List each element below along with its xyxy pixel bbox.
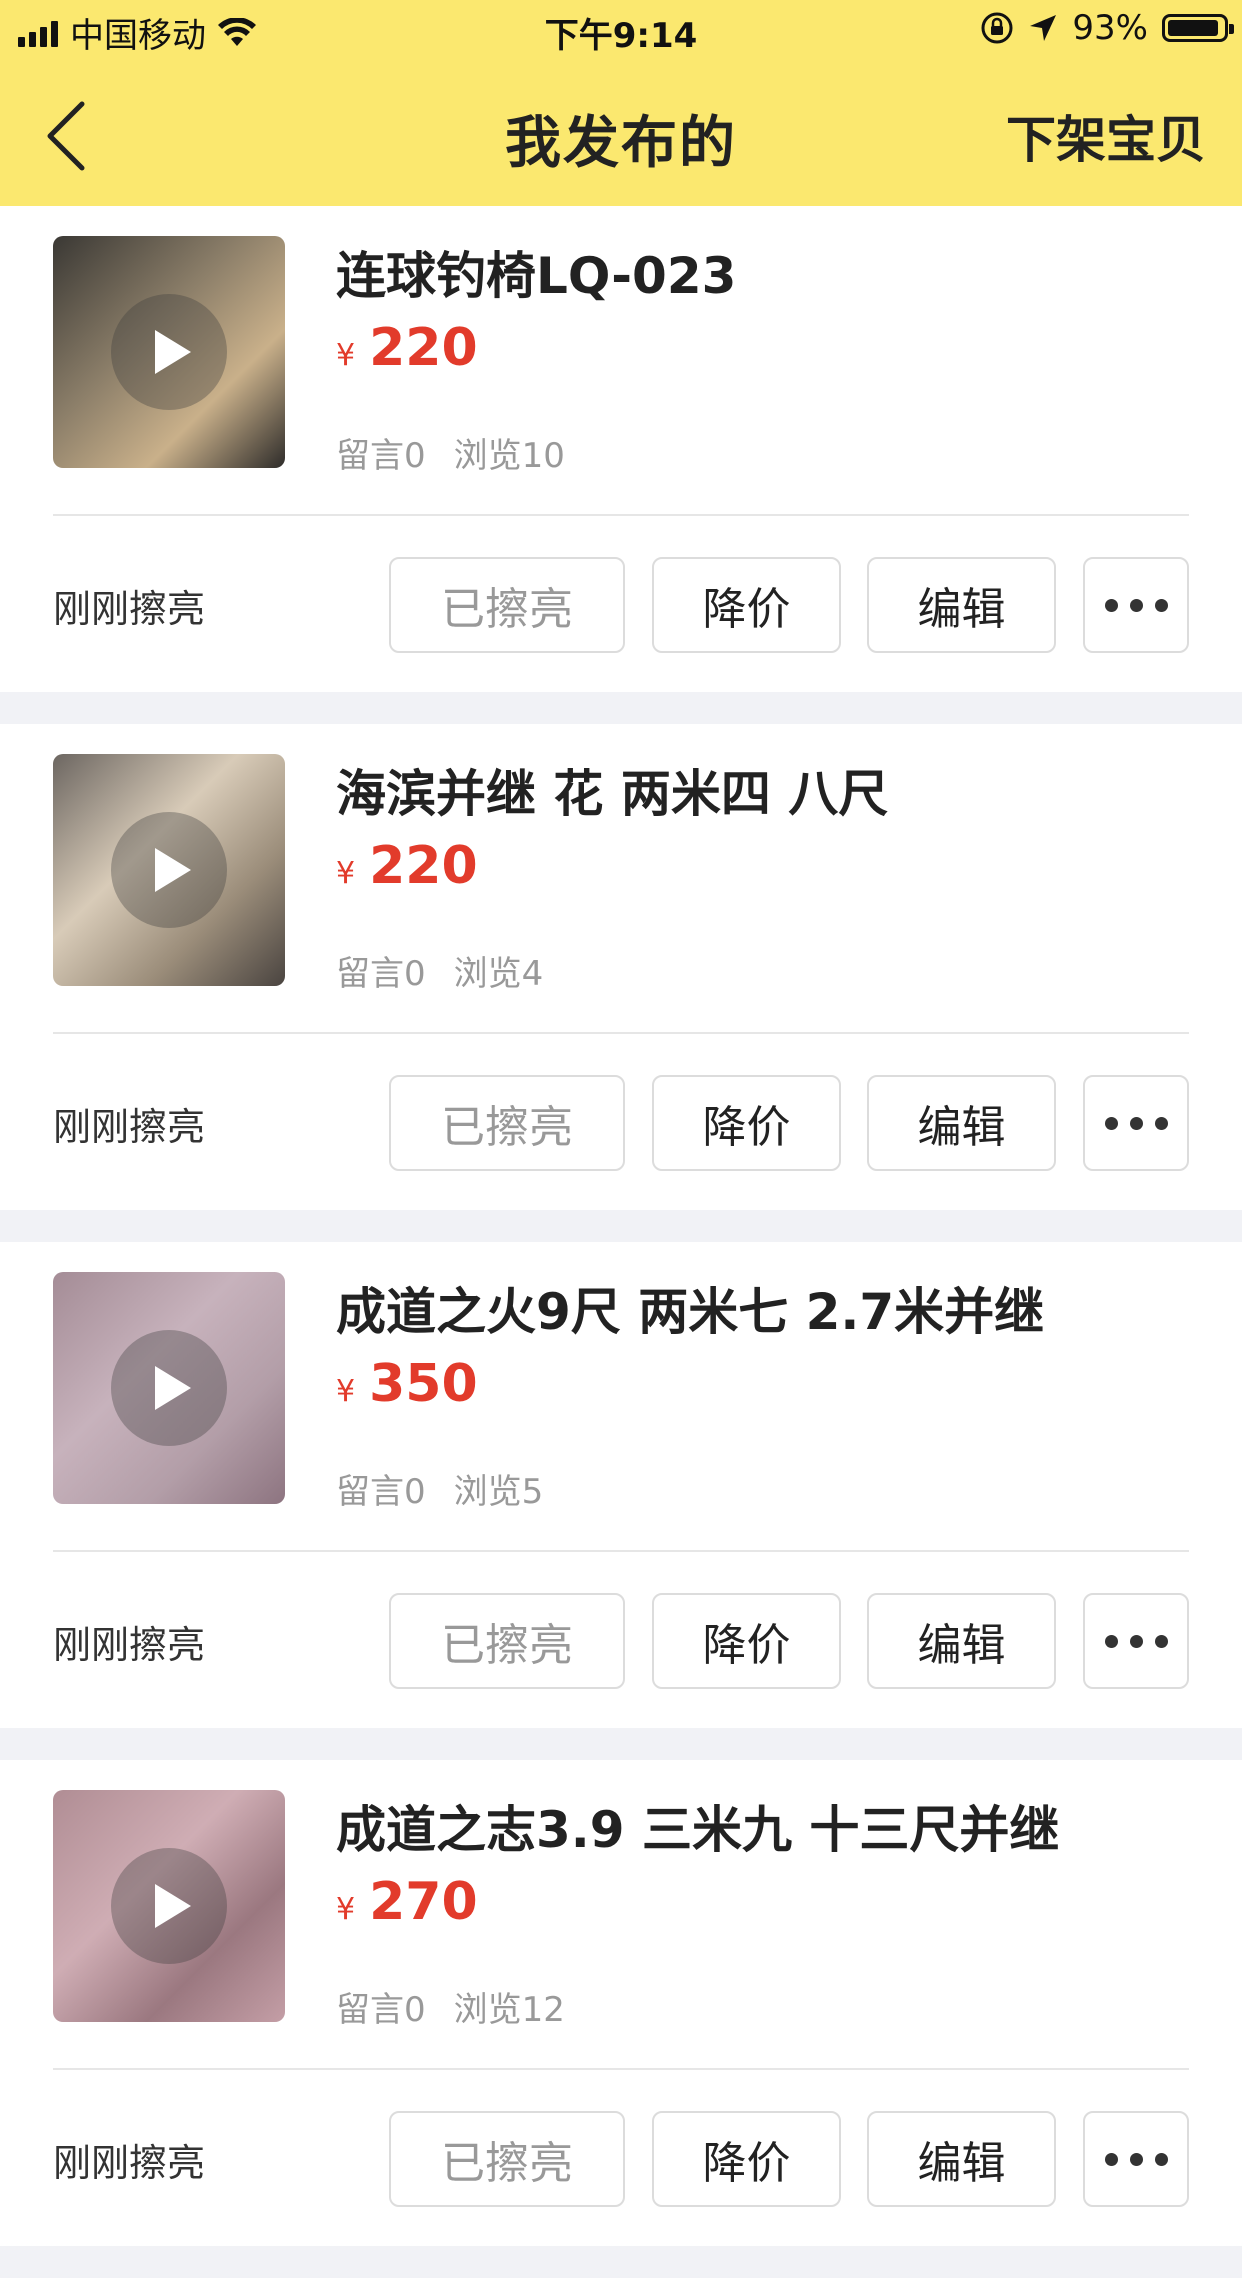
item-price: ¥ 220: [336, 836, 478, 896]
item-info[interactable]: 海滨并继 花 两米四 八尺 ¥ 220 留言0 浏览4: [0, 724, 1242, 1034]
more-button[interactable]: [1083, 1593, 1189, 1689]
more-icon: [1104, 2152, 1168, 2166]
price-value: 350: [369, 1354, 478, 1414]
more-icon: [1104, 598, 1168, 612]
more-button[interactable]: [1083, 557, 1189, 653]
more-button[interactable]: [1083, 1075, 1189, 1171]
play-icon: [111, 1848, 227, 1964]
nav-bar: 我发布的 下架宝贝: [0, 62, 1242, 206]
item-thumbnail[interactable]: [53, 1790, 285, 2022]
comments-count: 留言0: [336, 954, 426, 994]
views-count: 浏览10: [453, 436, 565, 476]
item-stats: 留言0 浏览5: [336, 1464, 543, 1513]
refresh-status: 刚刚擦亮: [53, 2141, 206, 2185]
comments-count: 留言0: [336, 1472, 426, 1512]
more-icon: [1104, 1116, 1168, 1130]
battery-icon: [1162, 14, 1234, 42]
refresh-status: 刚刚擦亮: [53, 1105, 206, 1149]
item-thumbnail[interactable]: [53, 236, 285, 468]
refreshed-button[interactable]: 已擦亮: [389, 1075, 625, 1171]
list-item: 海滨并继 花 两米四 八尺 ¥ 220 留言0 浏览4 刚刚擦亮 已擦亮 降价 …: [0, 724, 1242, 1210]
more-icon: [1104, 1634, 1168, 1648]
views-count: 浏览12: [453, 1990, 565, 2030]
item-title: 成道之火9尺 两米七 2.7米并继: [336, 1283, 1045, 1341]
price-value: 220: [369, 318, 478, 378]
item-title: 连球钓椅LQ-023: [336, 247, 737, 305]
list-item: 成道之火9尺 两米七 2.7米并继 ¥ 350 留言0 浏览5 刚刚擦亮 已擦亮…: [0, 1242, 1242, 1728]
play-icon: [111, 294, 227, 410]
item-price: ¥ 350: [336, 1354, 478, 1414]
price-value: 220: [369, 836, 478, 896]
status-bar: 中国移动 下午9:14 93%: [0, 0, 1242, 62]
item-actions: 刚刚擦亮 已擦亮 降价 编辑: [0, 2070, 1242, 2246]
section-gap: [0, 1210, 1242, 1242]
battery-percent: 93%: [1072, 8, 1148, 48]
item-stats: 留言0 浏览10: [336, 428, 565, 477]
refreshed-button[interactable]: 已擦亮: [389, 557, 625, 653]
edit-button[interactable]: 编辑: [867, 1075, 1056, 1171]
edit-button[interactable]: 编辑: [867, 1593, 1056, 1689]
refresh-status: 刚刚擦亮: [53, 587, 206, 631]
item-price: ¥ 220: [336, 318, 478, 378]
reduce-price-button[interactable]: 降价: [652, 2111, 841, 2207]
item-title: 成道之志3.9 三米九 十三尺并继: [336, 1801, 1060, 1859]
views-count: 浏览5: [453, 1472, 544, 1512]
reduce-price-button[interactable]: 降价: [652, 557, 841, 653]
item-actions: 刚刚擦亮 已擦亮 降价 编辑: [0, 1552, 1242, 1728]
reduce-price-button[interactable]: 降价: [652, 1593, 841, 1689]
play-icon: [111, 812, 227, 928]
section-gap: [0, 1728, 1242, 1760]
list-item: 成道之志3.9 三米九 十三尺并继 ¥ 270 留言0 浏览12 刚刚擦亮 已擦…: [0, 1760, 1242, 2246]
item-actions: 刚刚擦亮 已擦亮 降价 编辑: [0, 516, 1242, 692]
comments-count: 留言0: [336, 1990, 426, 2030]
rotation-lock-icon: [981, 12, 1013, 44]
refreshed-button[interactable]: 已擦亮: [389, 2111, 625, 2207]
currency-symbol: ¥: [336, 1374, 356, 1409]
play-icon: [111, 1330, 227, 1446]
item-list: 连球钓椅LQ-023 ¥ 220 留言0 浏览10 刚刚擦亮 已擦亮 降价 编辑: [0, 206, 1242, 2278]
currency-symbol: ¥: [336, 1892, 356, 1927]
location-arrow-icon: [1030, 15, 1057, 41]
item-title: 海滨并继 花 两米四 八尺: [336, 765, 889, 823]
item-price: ¥ 270: [336, 1872, 478, 1932]
section-gap: [0, 2246, 1242, 2278]
more-button[interactable]: [1083, 2111, 1189, 2207]
edit-button[interactable]: 编辑: [867, 2111, 1056, 2207]
item-info[interactable]: 成道之志3.9 三米九 十三尺并继 ¥ 270 留言0 浏览12: [0, 1760, 1242, 2070]
item-info[interactable]: 连球钓椅LQ-023 ¥ 220 留言0 浏览10: [0, 206, 1242, 516]
views-count: 浏览4: [453, 954, 544, 994]
item-thumbnail[interactable]: [53, 1272, 285, 1504]
reduce-price-button[interactable]: 降价: [652, 1075, 841, 1171]
item-thumbnail[interactable]: [53, 754, 285, 986]
refreshed-button[interactable]: 已擦亮: [389, 1593, 625, 1689]
item-info[interactable]: 成道之火9尺 两米七 2.7米并继 ¥ 350 留言0 浏览5: [0, 1242, 1242, 1552]
item-stats: 留言0 浏览4: [336, 946, 543, 995]
currency-symbol: ¥: [336, 856, 356, 891]
price-value: 270: [369, 1872, 478, 1932]
currency-symbol: ¥: [336, 338, 356, 373]
edit-button[interactable]: 编辑: [867, 557, 1056, 653]
section-gap: [0, 692, 1242, 724]
refresh-status: 刚刚擦亮: [53, 1623, 206, 1667]
item-stats: 留言0 浏览12: [336, 1982, 565, 2031]
delist-button[interactable]: 下架宝贝: [1006, 100, 1206, 172]
item-actions: 刚刚擦亮 已擦亮 降价 编辑: [0, 1034, 1242, 1210]
list-item: 连球钓椅LQ-023 ¥ 220 留言0 浏览10 刚刚擦亮 已擦亮 降价 编辑: [0, 206, 1242, 692]
comments-count: 留言0: [336, 436, 426, 476]
header: 中国移动 下午9:14 93% 我发布的 下架宝贝: [0, 0, 1242, 206]
